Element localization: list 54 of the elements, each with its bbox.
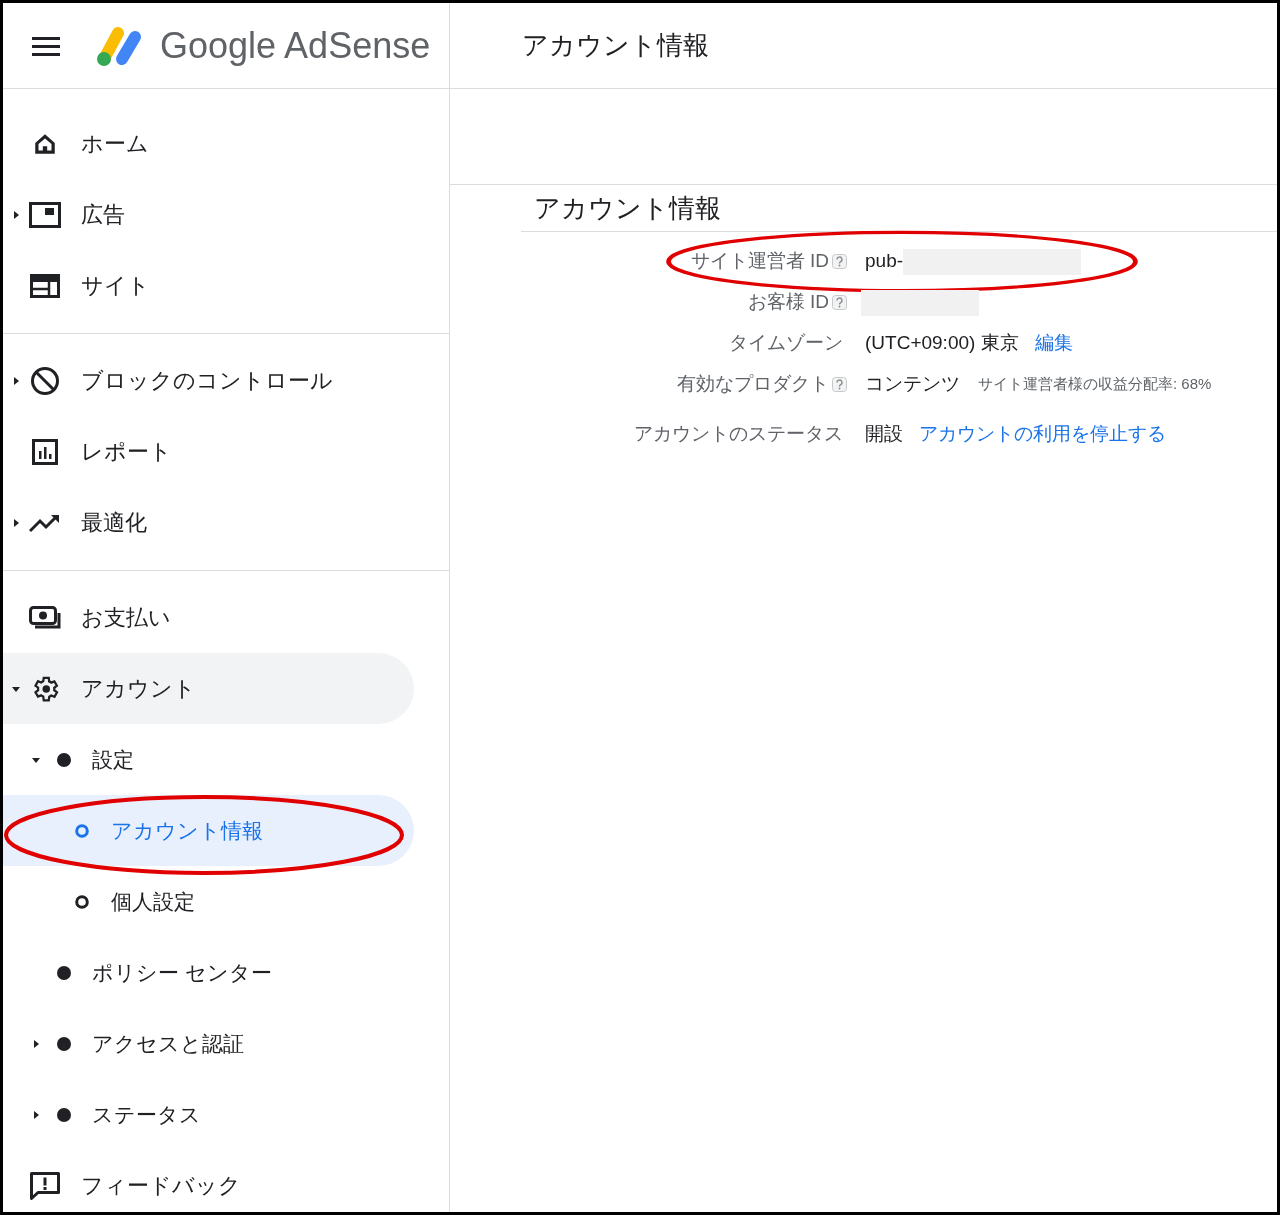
nav-item[interactable]: アクセスと認証 <box>3 1008 414 1079</box>
nav-item[interactable]: 設定 <box>3 724 414 795</box>
field-label: お客様 ID <box>747 290 829 315</box>
nav-item[interactable]: お支払い <box>3 582 414 653</box>
expand-arrow-icon[interactable] <box>32 1110 40 1119</box>
help-icon[interactable] <box>832 295 847 310</box>
nav-item[interactable]: アカウント情報 <box>3 795 414 866</box>
field-value: 開設 <box>865 422 903 447</box>
bullet-icon <box>57 965 71 980</box>
expand-arrow-icon[interactable] <box>12 376 20 385</box>
help-icon[interactable] <box>832 254 847 269</box>
bullet-icon <box>57 1036 71 1051</box>
field-value: (UTC+09:00) 東京 <box>865 331 1019 356</box>
help-icon[interactable] <box>832 377 847 392</box>
nav-item[interactable]: 個人設定 <box>3 866 414 937</box>
expand-arrow-icon[interactable] <box>12 684 20 693</box>
field-note: サイト運営者様の収益分配率: 68% <box>978 374 1212 395</box>
nav-item[interactable]: 広告 <box>3 179 414 250</box>
nav-item[interactable]: レポート <box>3 416 414 487</box>
link[interactable]: アカウントの利用を停止する <box>919 420 1166 449</box>
link[interactable]: 編集 <box>1034 329 1073 358</box>
nav-item[interactable]: 最適化 <box>3 487 414 558</box>
field-label: アカウントのステータス <box>634 422 843 447</box>
bar-chart-icon <box>32 438 58 465</box>
page-title: アカウント情報 <box>522 29 709 62</box>
nav-item[interactable]: サイト <box>3 250 414 321</box>
field-value: コンテンツ <box>865 372 960 397</box>
field-value: pub- <box>865 249 904 274</box>
bullet-icon <box>57 1107 71 1122</box>
menu-icon[interactable] <box>32 35 60 56</box>
feedback-icon <box>30 1171 60 1200</box>
expand-arrow-icon[interactable] <box>12 210 20 219</box>
expand-arrow-icon[interactable] <box>32 1039 40 1048</box>
field-label: サイト運営者 ID <box>690 249 829 274</box>
nav-item[interactable]: ポリシー センター <box>3 937 414 1008</box>
product-name: Google AdSense <box>160 23 431 68</box>
ad-frame-icon <box>29 201 61 228</box>
nav-item[interactable]: ステータス <box>3 1079 414 1150</box>
nav-item[interactable]: ブロックのコントロール <box>3 345 414 416</box>
ring-bullet-icon <box>75 894 89 909</box>
field-label: 有効なプロダクト <box>677 372 829 397</box>
expand-arrow-icon[interactable] <box>32 755 40 764</box>
trend-icon <box>29 512 61 533</box>
money-icon <box>29 605 61 630</box>
nav-item[interactable]: ホーム <box>3 108 414 179</box>
layout-icon <box>30 273 60 298</box>
nav-item[interactable]: フィードバック <box>3 1150 414 1212</box>
section-title: アカウント情報 <box>534 191 721 225</box>
block-icon <box>30 365 60 396</box>
nav-item[interactable]: アカウント <box>3 653 414 724</box>
expand-arrow-icon[interactable] <box>12 518 20 527</box>
bullet-icon <box>57 752 71 767</box>
ring-bullet-icon <box>75 823 89 838</box>
field-label: タイムゾーン <box>729 331 843 356</box>
